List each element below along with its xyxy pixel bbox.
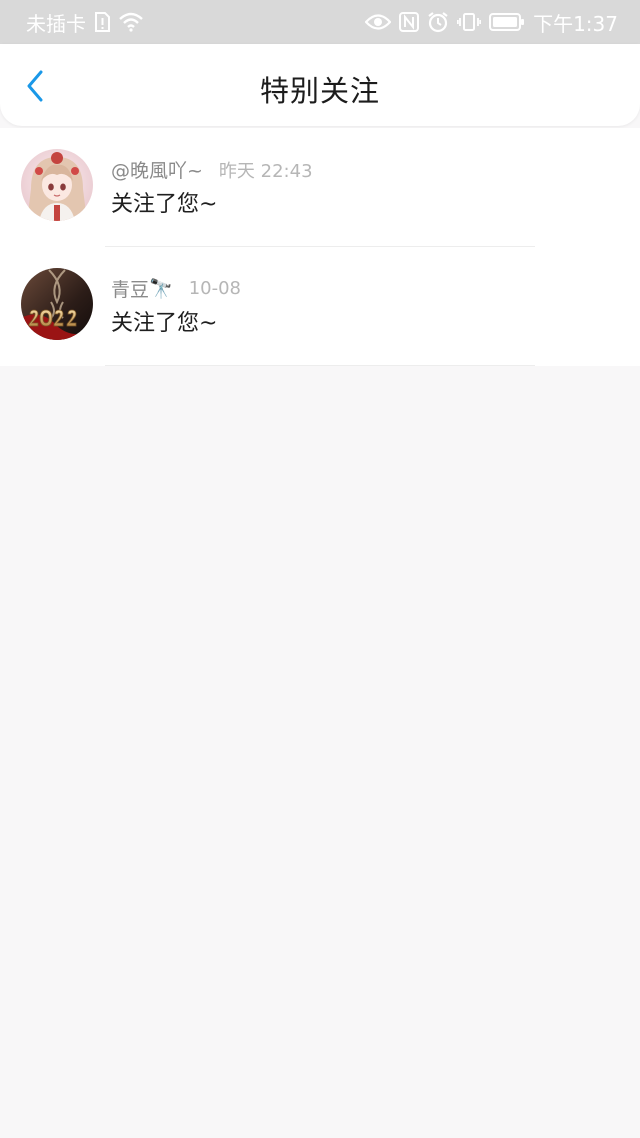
notification-message: 关注了您~: [111, 192, 218, 217]
item-meta: @晚風吖~ 昨天 22:43: [111, 156, 313, 183]
battery-icon: [489, 12, 525, 32]
status-time: 下午1:37: [533, 11, 618, 36]
avatar[interactable]: [21, 149, 93, 221]
alarm-icon: [427, 11, 449, 33]
timestamp: 10-08: [188, 278, 241, 299]
app-header: 特别关注: [0, 44, 640, 126]
list-item[interactable]: @晚風吖~ 昨天 22:43 关注了您~: [0, 128, 640, 247]
carrier-text: 未插卡: [26, 11, 86, 36]
telescope-icon: 🔭: [149, 278, 173, 300]
nfc-icon: [399, 12, 420, 32]
page-title: 特别关注: [259, 74, 380, 108]
vibrate-icon: [457, 12, 482, 32]
2022-hourglass-avatar-image: [21, 268, 93, 340]
item-meta: 青豆 🔭 10-08: [111, 275, 241, 302]
notification-list: @晚風吖~ 昨天 22:43 关注了您~ 青豆 🔭 10-08 关注了您~: [0, 128, 640, 366]
avatar[interactable]: [21, 268, 93, 340]
status-bar: 未插卡 下午1:37: [0, 0, 640, 44]
status-left: 未插卡: [26, 8, 144, 37]
username[interactable]: 青豆: [111, 275, 149, 302]
anime-girl-avatar-image: [21, 149, 93, 221]
notification-message: 关注了您~: [111, 311, 218, 336]
list-item[interactable]: 青豆 🔭 10-08 关注了您~: [0, 247, 640, 366]
sim-alert-icon: [94, 12, 110, 32]
eye-icon: [365, 13, 392, 31]
status-right: 下午1:37: [365, 8, 618, 37]
divider: [105, 365, 535, 366]
timestamp: 昨天 22:43: [218, 160, 313, 182]
username[interactable]: @晚風吖~: [111, 156, 203, 183]
wifi-icon: [118, 12, 144, 32]
